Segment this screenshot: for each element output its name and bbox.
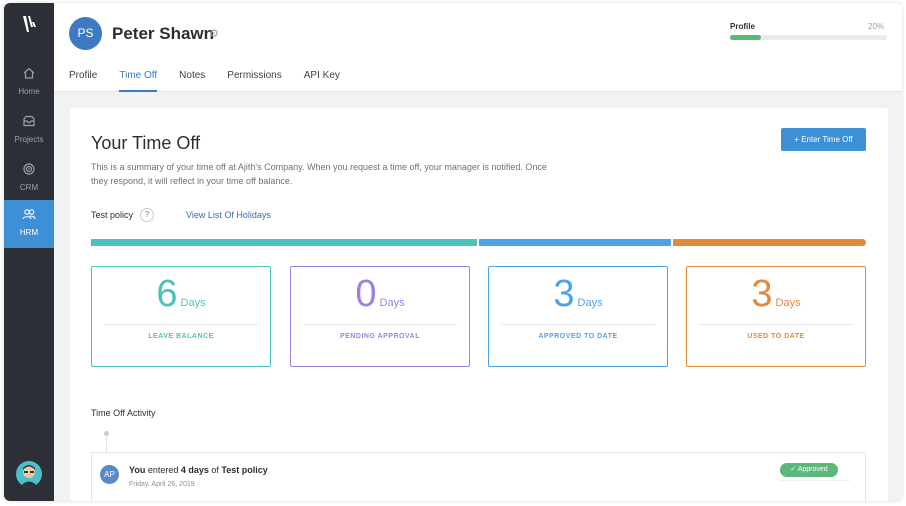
tab-profile[interactable]: Profile [69,70,97,92]
sidebar-item-label: HRM [19,228,39,237]
stat-value: 3 Days [687,273,865,316]
profile-progress-percent: 20% [868,22,885,31]
pending-approval-card: 0 Days PENDING APPROVAL [290,266,470,367]
activity-date: Friday, April 26, 2019 [129,481,195,488]
tab-time-off[interactable]: Time Off [119,70,157,92]
stat-caption: USED TO DATE [747,333,805,340]
app-logo-icon[interactable] [18,13,40,35]
current-user-avatar[interactable] [16,461,42,487]
leave-balance-card: 6 Days LEAVE BALANCE [91,266,271,367]
enter-time-off-button[interactable]: + Enter Time Off [781,128,866,151]
profile-header: PS Peter Shawn ⚙ Profile Time Off Notes … [54,3,902,92]
stat-caption: LEAVE BALANCE [148,333,214,340]
profile-progress-bar [730,35,887,40]
profile-progress-fill [730,35,762,40]
section-description: This is a summary of your time off at Aj… [91,162,547,186]
divider [104,324,258,325]
inbox-icon [23,115,35,127]
balance-bar-segment-approved [479,239,671,246]
gear-icon[interactable]: ⚙ [209,29,219,40]
stat-unit: Days [180,297,206,309]
tab-notes[interactable]: Notes [179,70,205,92]
profile-tabs: Profile Time Off Notes Permissions API K… [69,70,362,92]
app-window: Home Projects CRM HRM PS Peter Shawn ⚙ P… [4,3,902,501]
sidebar-item-home[interactable]: Home [4,59,54,107]
page-title: Peter Shawn [112,24,215,43]
sidebar-item-projects[interactable]: Projects [4,107,54,155]
activity-amount: 4 days [180,465,209,475]
divider [699,324,853,325]
timeline-line [106,436,107,452]
policy-label: Test policy [91,210,134,220]
sidebar-item-label: Projects [14,135,44,144]
stat-unit: Days [775,297,801,309]
tab-permissions[interactable]: Permissions [227,70,281,92]
help-icon[interactable]: ? [140,208,154,222]
time-off-card: Your Time Off This is a summary of your … [70,108,888,501]
stat-number: 3 [553,273,575,315]
target-icon [23,163,35,175]
sidebar: Home Projects CRM HRM [4,3,54,501]
activity-list-item[interactable]: AP You entered 4 days of Test policy Fri… [91,452,866,501]
sidebar-item-hrm[interactable]: HRM [4,200,54,248]
stat-number: 3 [751,273,773,315]
divider [780,480,850,481]
stat-value: 6 Days [92,273,270,316]
stat-value: 3 Days [489,273,667,316]
sidebar-item-label: Home [18,87,40,96]
activity-text: You entered 4 days of Test policy [129,465,268,475]
approved-to-date-card: 3 Days APPROVED TO DATE [488,266,668,367]
activity-policy: Test policy [221,465,268,475]
stat-unit: Days [379,297,405,309]
used-to-date-card: 3 Days USED TO DATE [686,266,866,367]
stat-value: 0 Days [291,273,469,316]
view-holidays-link[interactable]: View List Of Holidays [186,210,271,220]
stat-number: 6 [156,273,178,315]
stat-caption: APPROVED TO DATE [538,333,618,340]
stat-number: 0 [355,273,377,315]
activity-verb: entered [145,465,181,475]
divider [501,324,655,325]
profile-progress-label: Profile [730,22,755,31]
users-icon [22,209,36,220]
divider [303,324,457,325]
stat-unit: Days [577,297,603,309]
section-title: Your Time Off [91,133,201,153]
activity-title: Time Off Activity [91,408,156,418]
activity-prep: of [208,465,222,475]
avatar: AP [100,465,119,484]
tab-api-key[interactable]: API Key [304,70,340,92]
stat-caption: PENDING APPROVAL [340,333,420,340]
status-badge: ✓ Approved [780,463,838,477]
activity-actor: You [129,465,146,475]
sidebar-item-crm[interactable]: CRM [4,155,54,203]
avatar: PS [69,17,102,50]
sidebar-item-label: CRM [19,183,39,192]
balance-bar-segment-leave [91,239,477,246]
home-icon [23,67,35,79]
balance-bar-segment-used [673,239,866,246]
